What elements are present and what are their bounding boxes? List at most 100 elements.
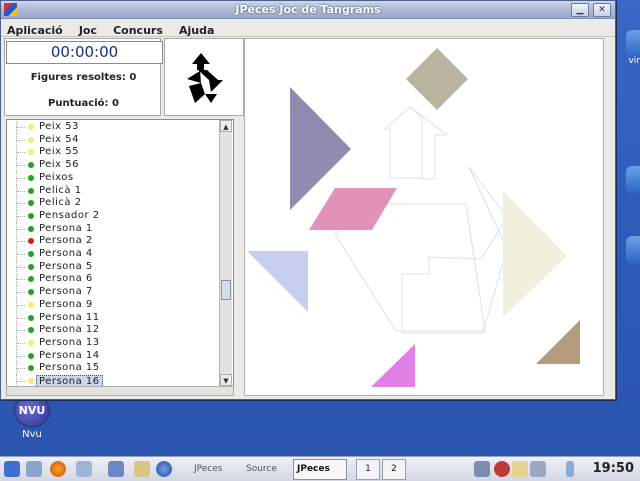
tree-connector [17,177,25,179]
tree-item[interactable]: Peix 56 [7,159,219,173]
tree-item-label: Pelicà 1 [39,184,82,196]
nvu-icon: NVU [15,396,49,426]
piece-magenta-triangle[interactable] [371,344,415,387]
tree-item[interactable]: Pelicà 2 [7,197,219,211]
tree-hscrollbar[interactable] [6,386,234,396]
tree-item-label: Peix 53 [39,121,79,132]
window-title: JPeces Joc de Tangrams [235,3,381,16]
tree-item[interactable]: Persona 11 [7,311,219,325]
status-dot-icon [28,149,34,156]
tree-connector [17,203,25,205]
tree-connector [17,165,25,167]
minimize-button[interactable]: ▁ [571,3,589,17]
tree-item-label: Pelicà 2 [39,197,82,209]
tree-item-label: Persona 7 [39,286,93,298]
tree-item[interactable]: Peix 55 [7,146,219,160]
browser-icon[interactable] [156,461,172,477]
status-dot-icon [28,212,34,219]
piece-brown-triangle[interactable] [536,320,580,364]
task-jpeces-1[interactable]: JPeces [190,459,226,480]
tree-item[interactable]: Persona 2 [7,235,219,249]
kde-menu-icon[interactable] [4,461,20,477]
close-button[interactable]: ✕ [593,3,611,17]
figure-tree: Peix 53 Peix 54 Peix 55 Peix 56 Peixos Pelicà… [6,119,234,388]
desktop-icon-right-label: vir [628,56,640,66]
tree-item[interactable]: Pelicà 1 [7,184,219,198]
status-dot-icon [28,327,34,334]
tree-item[interactable]: Persona 9 [7,298,219,312]
tree-item-label: Persona 6 [39,273,93,285]
klipper-icon[interactable] [512,461,528,477]
tree-scrollbar[interactable]: ▲ ▼ [219,120,232,386]
status-dot-icon [28,289,34,296]
taskbar: JPeces Source JPeces 1 2 19:50 [0,456,640,481]
task-source[interactable]: Source [242,459,281,480]
tree-item[interactable]: Persona 13 [7,336,219,350]
tangram-canvas[interactable] [244,38,604,396]
tree-connector [17,317,25,319]
tree-item[interactable]: Peix 54 [7,133,219,147]
tree-item[interactable]: Persona 15 [7,362,219,376]
menu-concurs[interactable]: Concurs [107,23,168,37]
status-dot-icon [28,314,34,321]
tree-item-label: Pensador 2 [39,209,100,221]
tree-connector [17,342,25,344]
menu-joc[interactable]: Joc [73,23,102,37]
pager-desktop-2[interactable]: 2 [382,459,406,480]
piece-cream-triangle[interactable] [503,191,567,317]
settings-icon[interactable] [108,461,124,477]
tree-item[interactable]: Persona 4 [7,248,219,261]
tree-item[interactable]: Peix 53 [7,121,219,134]
tree-connector [17,368,25,370]
status-dot-icon [28,276,34,283]
battery-icon[interactable] [566,461,574,477]
solved-count: Figures resoltes: 0 [30,72,137,83]
tree-connector [17,330,25,332]
tree-item-label: Peix 56 [39,159,79,171]
tangram-board[interactable] [245,39,603,395]
volume-icon[interactable] [474,461,490,477]
piece-parallelogram[interactable] [309,188,397,230]
desktop-icon-nvu[interactable]: NVU Nvu [12,396,52,440]
tree-item[interactable]: Persona 14 [7,349,219,363]
firefox-icon[interactable] [50,461,66,477]
menu-aplicacio[interactable]: Aplicació [1,23,68,37]
desktop-icon-right-3[interactable] [626,236,640,264]
tree-connector [17,254,25,255]
scroll-thumb[interactable] [221,280,231,300]
status-dot-icon [28,225,34,232]
tree-item-label: Persona 13 [39,336,100,348]
tray-icon[interactable] [530,461,546,477]
clock: 19:50 [592,461,634,476]
pager-desktop-1[interactable]: 1 [356,459,380,480]
scroll-down-button[interactable]: ▼ [220,374,232,386]
tree-connector [17,292,25,294]
status-dot-icon [28,162,34,169]
menu-ajuda[interactable]: Ajuda [173,23,219,37]
tree-connector [17,190,25,192]
tree-item[interactable]: Peixos [7,171,219,185]
tools-icon[interactable] [76,461,92,477]
tree-item[interactable]: Persona 5 [7,260,219,274]
desktop-icon-right-1[interactable] [626,30,640,58]
title-bar[interactable]: JPeces Joc de Tangrams ▁ ✕ [1,1,615,19]
calculator-icon[interactable] [134,461,150,477]
desktop-icon-right-2[interactable] [626,166,640,194]
tree-item[interactable]: Persona 12 [7,324,219,338]
network-icon[interactable] [494,461,510,477]
scroll-up-button[interactable]: ▲ [220,120,232,132]
tree-item-label: Persona 11 [39,311,100,323]
tree-item[interactable]: Persona 1 [7,222,219,236]
task-jpeces-active[interactable]: JPeces [293,459,347,480]
desktop-icon[interactable] [26,461,42,477]
tree-item[interactable]: Persona 7 [7,286,219,300]
tree-item[interactable]: Pensador 2 [7,209,219,223]
piece-small-triangle-blue[interactable] [247,251,308,312]
tree-item[interactable]: Persona 6 [7,273,219,287]
tree-item-label: Persona 1 [39,222,93,234]
tree-item-label: Peix 55 [39,146,79,158]
piece-square[interactable] [406,48,468,110]
status-dot-icon [28,174,34,181]
status-dot-icon [28,339,34,346]
tree-item-label: Persona 15 [39,362,100,374]
